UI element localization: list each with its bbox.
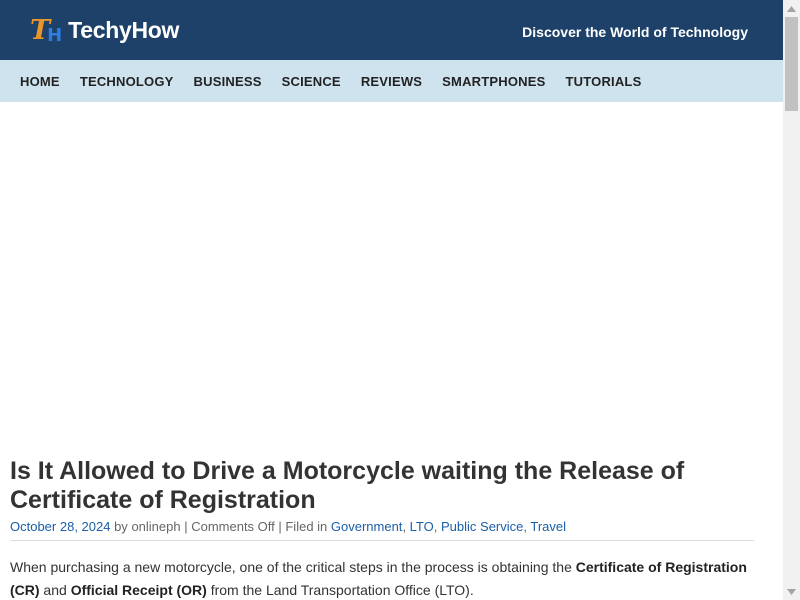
article-title: Is It Allowed to Drive a Motorcycle wait… (10, 457, 685, 514)
nav-item-technology[interactable]: TECHNOLOGY (70, 74, 184, 89)
scroll-down-arrow-icon[interactable] (783, 583, 800, 600)
vertical-scrollbar[interactable] (783, 0, 800, 600)
author-name: onlineph (131, 519, 181, 534)
filed-in-label: | Filed in (274, 519, 331, 534)
logo-text: TechyHow (68, 16, 180, 43)
para-text: When purchasing a new motorcycle, one of… (10, 559, 576, 575)
nav-item-home[interactable]: HOME (10, 74, 70, 89)
main-nav: HOME TECHNOLOGY BUSINESS SCIENCE REVIEWS… (0, 60, 783, 102)
scrollbar-thumb[interactable] (785, 17, 798, 111)
site-tagline: Discover the World of Technology (522, 24, 748, 40)
category-link-travel[interactable]: Travel (530, 519, 566, 534)
nav-item-tutorials[interactable]: TUTORIALS (556, 74, 652, 89)
page: TH TechyHow Discover the World of Techno… (0, 0, 783, 600)
nav-item-smartphones[interactable]: SMARTPHONES (432, 74, 555, 89)
category-comma: , (402, 519, 410, 534)
para-bold-or: Official Receipt (OR) (70, 582, 207, 598)
category-comma: , (433, 519, 441, 534)
logo-mark-icon: TH (30, 14, 63, 46)
article: Is It Allowed to Drive a Motorcycle wait… (0, 457, 783, 600)
meta-by: by (110, 519, 132, 534)
article-meta: October 28, 2024 by onlineph | Comments … (10, 519, 754, 541)
meta-separator: | (180, 519, 192, 534)
nav-item-business[interactable]: BUSINESS (184, 74, 272, 89)
comments-status: Comments Off (191, 519, 275, 534)
post-date-link[interactable]: October 28, 2024 (10, 519, 110, 534)
blank-ad-area (0, 102, 783, 457)
article-paragraph: When purchasing a new motorcycle, one of… (10, 556, 754, 600)
scroll-up-arrow-icon[interactable] (783, 0, 800, 17)
site-header: TH TechyHow Discover the World of Techno… (0, 0, 783, 60)
para-text: and (39, 582, 71, 598)
category-link-government[interactable]: Government (331, 519, 403, 534)
nav-item-reviews[interactable]: REVIEWS (351, 74, 432, 89)
para-text: from the Land Transportation Office (LTO… (206, 582, 474, 598)
category-link-lto[interactable]: LTO (410, 519, 434, 534)
site-logo[interactable]: TH TechyHow (30, 14, 179, 46)
nav-item-science[interactable]: SCIENCE (272, 74, 351, 89)
category-link-public-service[interactable]: Public Service (441, 519, 523, 534)
